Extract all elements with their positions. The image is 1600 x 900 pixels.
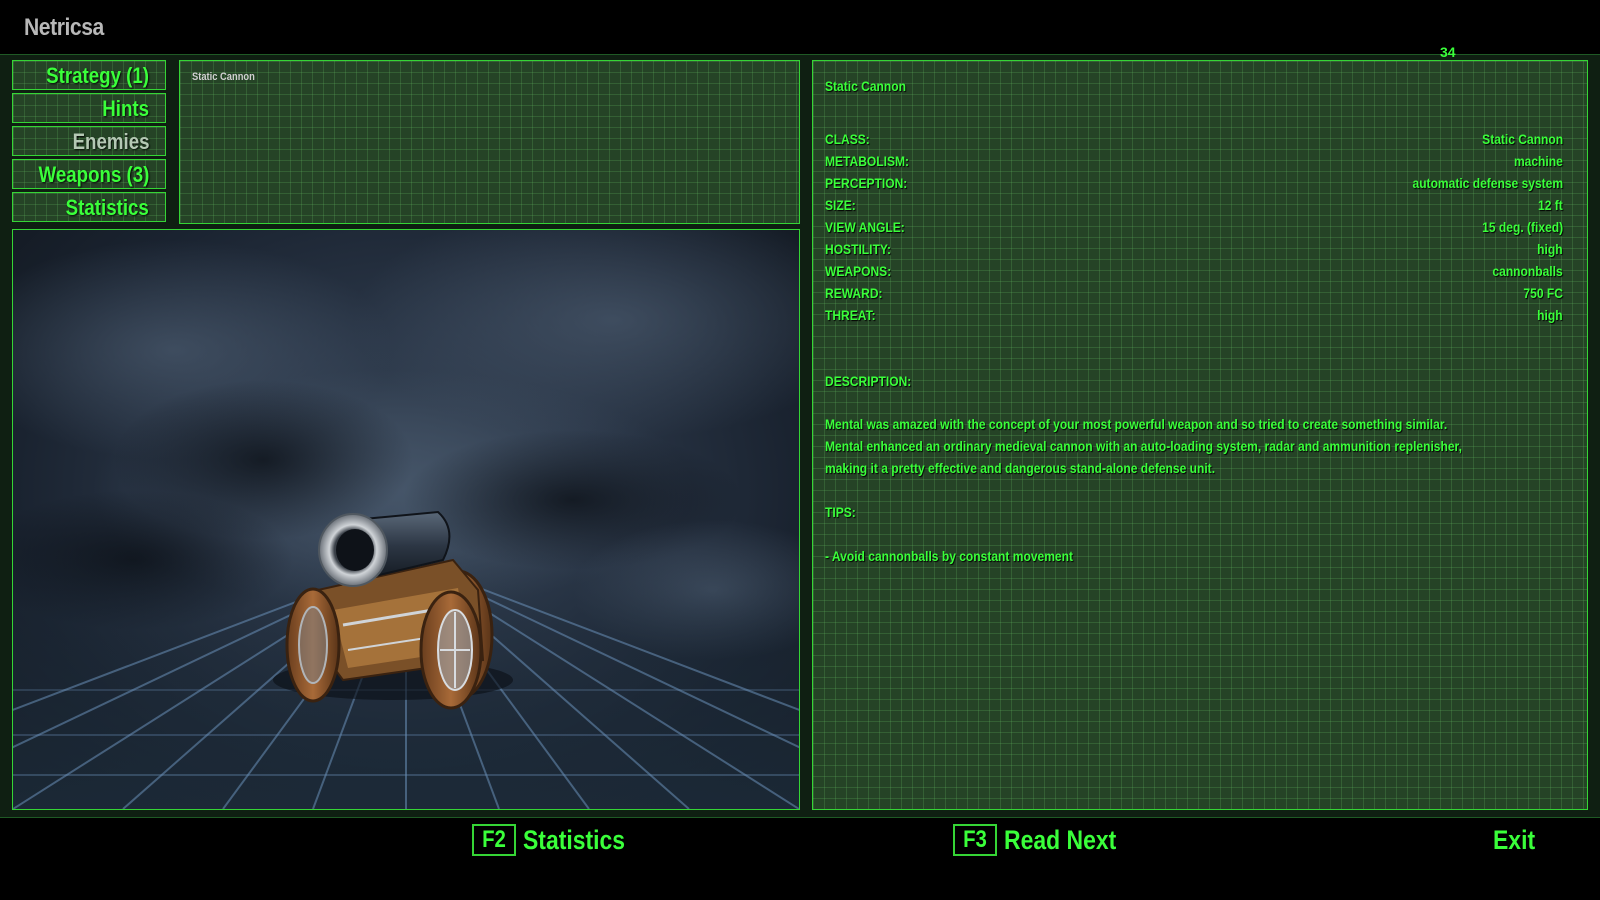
- app-title: Netricsa: [24, 14, 104, 41]
- f3-key-badge: F3: [953, 824, 998, 856]
- enemy-name: Static Cannon: [825, 75, 1563, 97]
- stat-value: automatic defense system: [1412, 175, 1563, 191]
- read-next-button-label: Read Next: [1004, 824, 1117, 855]
- info-content: Static Cannon CLASS: Static Cannon METAB…: [825, 75, 1563, 567]
- stat-value: high: [1537, 241, 1563, 257]
- stat-row: REWARD: 750 FC: [825, 282, 1563, 304]
- tab-enemies[interactable]: Enemies: [12, 126, 166, 156]
- stat-label: THREAT:: [825, 307, 876, 323]
- stat-row: PERCEPTION: automatic defense system: [825, 172, 1563, 194]
- cannon-render: [13, 230, 799, 809]
- tab-strategy[interactable]: Strategy (1): [12, 60, 166, 90]
- description-line: Mental enhanced an ordinary medieval can…: [825, 438, 1462, 454]
- stat-label: SIZE:: [825, 197, 856, 213]
- tab-statistics[interactable]: Statistics: [12, 192, 166, 222]
- stat-row: HOSTILITY: high: [825, 238, 1563, 260]
- description-heading-text: DESCRIPTION:: [825, 373, 912, 389]
- stat-label: VIEW ANGLE:: [825, 219, 905, 235]
- read-next-button[interactable]: F3 Read Next: [953, 822, 1136, 858]
- enemy-name-text: Static Cannon: [825, 78, 906, 94]
- description-text: Mental was amazed with the concept of yo…: [825, 413, 1565, 479]
- model-viewport: [12, 229, 800, 810]
- stat-label: PERCEPTION:: [825, 175, 908, 191]
- statistics-button[interactable]: F2 Statistics: [472, 822, 643, 858]
- tab-statistics-label: Statistics: [65, 195, 149, 220]
- tab-weapons-label: Weapons (3): [38, 162, 149, 187]
- stat-value: 15 deg. (fixed): [1482, 219, 1563, 235]
- tips-heading: TIPS:: [825, 501, 1563, 523]
- tab-hints[interactable]: Hints: [12, 93, 166, 123]
- category-tabs: Strategy (1) Hints Enemies Weapons (3) S…: [12, 60, 166, 225]
- stat-value: machine: [1514, 153, 1563, 169]
- tab-hints-label: Hints: [102, 96, 149, 121]
- stat-label: METABOLISM:: [825, 153, 910, 169]
- info-panel: Static Cannon CLASS: Static Cannon METAB…: [812, 60, 1588, 810]
- f2-key-badge: F2: [472, 824, 517, 856]
- netricsa-screen: Netricsa 34 Strategy (1) Hints Enemies W…: [0, 0, 1600, 900]
- list-item-static-cannon[interactable]: Static Cannon: [192, 71, 255, 83]
- description-line: making it a pretty effective and dangero…: [825, 460, 1216, 476]
- description-heading: DESCRIPTION:: [825, 370, 1563, 392]
- stat-value: Static Cannon: [1482, 131, 1563, 147]
- exit-button[interactable]: Exit: [1493, 822, 1535, 858]
- stat-value: high: [1537, 307, 1563, 323]
- tab-strategy-label: Strategy (1): [46, 63, 149, 88]
- stat-value: 12 ft: [1538, 197, 1563, 213]
- tab-weapons[interactable]: Weapons (3): [12, 159, 166, 189]
- stat-label: WEAPONS:: [825, 263, 892, 279]
- statistics-button-label: Statistics: [523, 824, 626, 855]
- stat-row: VIEW ANGLE: 15 deg. (fixed): [825, 216, 1563, 238]
- stat-value: 750 FC: [1523, 285, 1563, 301]
- tips-heading-text: TIPS:: [825, 504, 856, 520]
- tip-text: - Avoid cannonballs by constant movement: [825, 548, 1073, 564]
- stat-label: HOSTILITY:: [825, 241, 891, 257]
- entry-list-panel: Static Cannon: [179, 60, 800, 224]
- stats-table: CLASS: Static Cannon METABOLISM: machine…: [825, 128, 1563, 326]
- stat-row: SIZE: 12 ft: [825, 194, 1563, 216]
- stat-row: CLASS: Static Cannon: [825, 128, 1563, 150]
- stat-row: THREAT: high: [825, 304, 1563, 326]
- f2-key-text: F2: [482, 826, 506, 853]
- tab-enemies-label: Enemies: [72, 129, 149, 154]
- stat-row: METABOLISM: machine: [825, 150, 1563, 172]
- stat-label: CLASS:: [825, 131, 870, 147]
- stat-label: REWARD:: [825, 285, 883, 301]
- stat-row: WEAPONS: cannonballs: [825, 260, 1563, 282]
- stat-value: cannonballs: [1492, 263, 1563, 279]
- f3-key-text: F3: [963, 826, 987, 853]
- description-line: Mental was amazed with the concept of yo…: [825, 416, 1448, 432]
- page-number: 34: [1440, 44, 1456, 60]
- tip-item: - Avoid cannonballs by constant movement: [825, 545, 1563, 567]
